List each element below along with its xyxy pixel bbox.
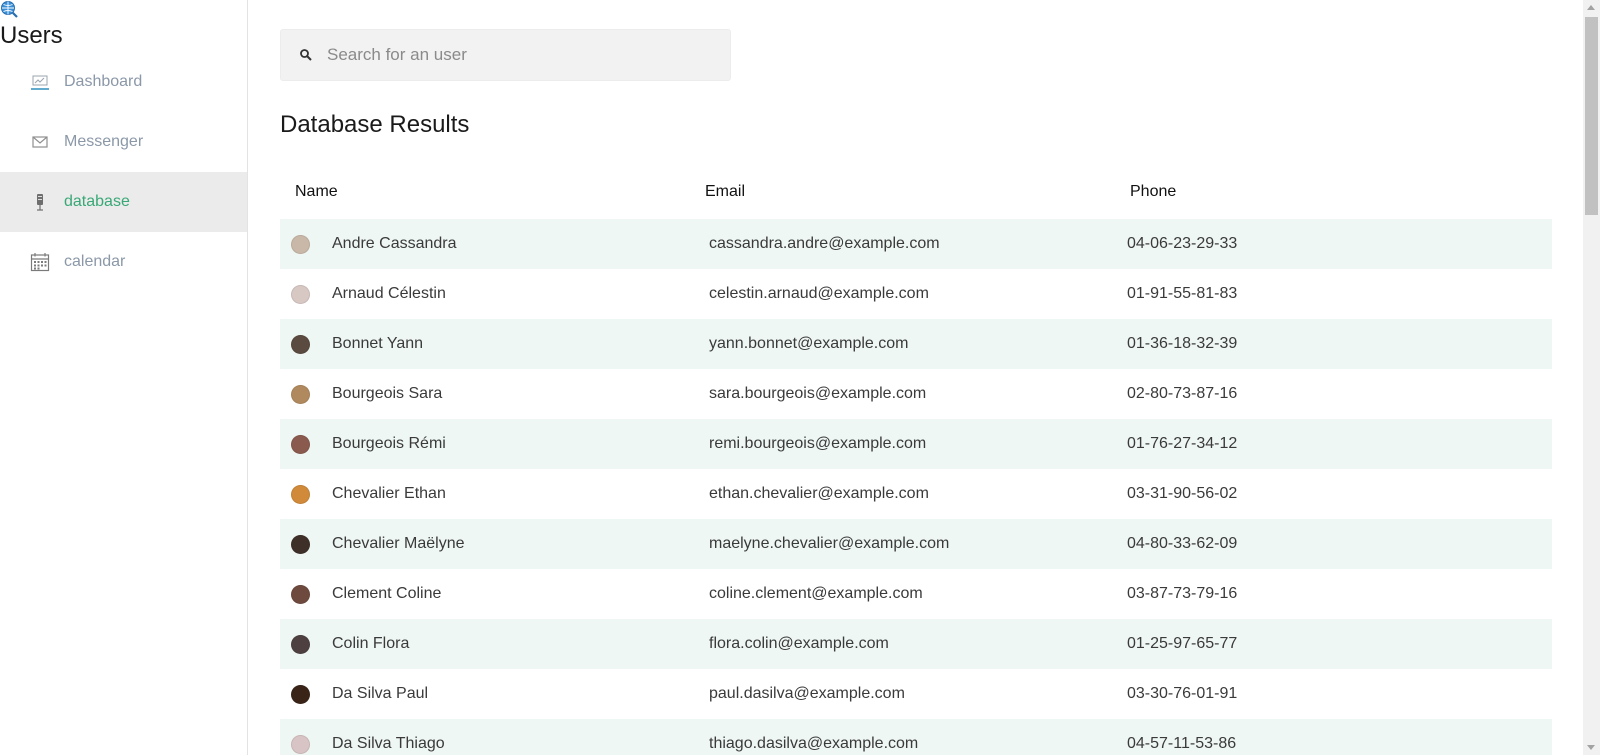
table-row[interactable]: Clement Coline coline.clement@example.com… — [280, 569, 1552, 619]
user-phone: 03-87-73-79-16 — [1127, 585, 1238, 602]
name-cell: Bourgeois Sara — [280, 384, 709, 404]
search-icon — [299, 48, 313, 62]
table-row[interactable]: Bourgeois Sara sara.bourgeois@example.com… — [280, 369, 1552, 419]
user-phone: 01-25-97-65-77 — [1127, 635, 1238, 652]
sidebar-title: Users — [0, 22, 63, 49]
user-email: remi.bourgeois@example.com — [709, 435, 927, 452]
user-phone: 04-06-23-29-33 — [1127, 235, 1238, 252]
user-email: flora.colin@example.com — [709, 635, 889, 652]
column-header-phone[interactable]: Phone — [1130, 183, 1430, 201]
table-row[interactable]: Bonnet Yann yann.bonnet@example.com 01-36-… — [280, 319, 1552, 369]
user-phone: 01-91-55-81-83 — [1127, 285, 1238, 302]
globe-search-icon[interactable] — [0, 0, 20, 18]
name-cell: Chevalier Ethan — [280, 484, 709, 504]
sidebar-nav: Dashboard Messenger database calendar — [0, 52, 247, 292]
table-row[interactable]: Colin Flora flora.colin@example.com 01-25-… — [280, 619, 1552, 669]
sidebar-item-messenger[interactable]: Messenger — [0, 112, 247, 172]
column-header-email[interactable]: Email — [705, 183, 1130, 201]
name-cell: Da Silva Thiago — [280, 734, 709, 754]
name-cell: Arnaud Célestin — [280, 284, 709, 304]
dashboard-icon — [30, 72, 50, 92]
avatar — [291, 584, 310, 604]
avatar — [291, 684, 310, 704]
avatar — [291, 284, 310, 304]
table-row[interactable]: Chevalier Ethan ethan.chevalier@example.c… — [280, 469, 1552, 519]
user-email: sara.bourgeois@example.com — [709, 385, 927, 402]
main-content: Database Results Name Email Phone Andre … — [280, 0, 1552, 755]
user-name: Colin Flora — [332, 635, 410, 652]
avatar — [291, 434, 310, 454]
search-box[interactable] — [280, 29, 731, 81]
vertical-scrollbar[interactable] — [1583, 0, 1600, 755]
calendar-icon — [30, 252, 50, 272]
sidebar-item-calendar[interactable]: calendar — [0, 232, 247, 292]
avatar — [291, 734, 310, 754]
user-phone: 01-36-18-32-39 — [1127, 335, 1238, 352]
user-email: cassandra.andre@example.com — [709, 235, 940, 252]
page-title: Database Results — [280, 111, 470, 138]
name-cell: Clement Coline — [280, 584, 709, 604]
avatar — [291, 534, 310, 554]
results-table: Name Email Phone Andre Cassandra cassandr… — [280, 165, 1552, 755]
table-header: Name Email Phone — [280, 165, 1552, 219]
user-name: Da Silva Paul — [332, 685, 429, 702]
sidebar-item-label: database — [64, 193, 130, 210]
user-phone: 04-80-33-62-09 — [1127, 535, 1238, 552]
user-email: paul.dasilva@example.com — [709, 685, 905, 702]
sidebar-item-dashboard[interactable]: Dashboard — [0, 52, 247, 112]
database-icon — [30, 192, 50, 212]
sidebar-item-database[interactable]: database — [0, 172, 247, 232]
table-row[interactable]: Bourgeois Rémi remi.bourgeois@example.com… — [280, 419, 1552, 469]
name-cell: Bourgeois Rémi — [280, 434, 709, 454]
user-name: Bourgeois Sara — [332, 385, 443, 402]
name-cell: Andre Cassandra — [280, 234, 709, 254]
table-row[interactable]: Andre Cassandra cassandra.andre@example.c… — [280, 219, 1552, 269]
user-name: Chevalier Maëlyne — [332, 535, 465, 552]
avatar — [291, 484, 310, 504]
user-name: Andre Cassandra — [332, 235, 457, 252]
user-phone: 03-30-76-01-91 — [1127, 685, 1238, 702]
sidebar-item-label: Messenger — [64, 133, 144, 150]
user-name: Bourgeois Rémi — [332, 435, 446, 452]
user-email: coline.clement@example.com — [709, 585, 923, 602]
avatar — [291, 634, 310, 654]
user-phone: 01-76-27-34-12 — [1127, 435, 1238, 452]
table-row[interactable]: Arnaud Célestin celestin.arnaud@example.c… — [280, 269, 1552, 319]
table-row[interactable]: Da Silva Paul paul.dasilva@example.com 03-… — [280, 669, 1552, 719]
avatar — [291, 334, 310, 354]
user-name: Bonnet Yann — [332, 335, 424, 352]
sidebar: Users Dashboard Messenger database calen… — [0, 0, 248, 755]
user-email: thiago.dasilva@example.com — [709, 735, 919, 752]
avatar — [291, 384, 310, 404]
sidebar-item-label: Dashboard — [64, 73, 143, 90]
avatar — [291, 234, 310, 254]
user-name: Arnaud Célestin — [332, 285, 446, 302]
scroll-up-arrow-icon[interactable] — [1587, 5, 1595, 10]
scrollbar-thumb[interactable] — [1585, 17, 1598, 215]
name-cell: Chevalier Maëlyne — [280, 534, 709, 554]
user-phone: 04-57-11-53-86 — [1127, 735, 1237, 752]
sidebar-item-label: calendar — [64, 253, 126, 270]
user-email: ethan.chevalier@example.com — [709, 485, 929, 502]
user-email: yann.bonnet@example.com — [709, 335, 909, 352]
user-name: Da Silva Thiago — [332, 735, 445, 752]
user-name: Clement Coline — [332, 585, 442, 602]
name-cell: Colin Flora — [280, 634, 709, 654]
scroll-down-arrow-icon[interactable] — [1587, 745, 1595, 750]
table-body: Andre Cassandra cassandra.andre@example.c… — [280, 219, 1552, 755]
table-row[interactable]: Da Silva Thiago thiago.dasilva@example.co… — [280, 719, 1552, 755]
user-name: Chevalier Ethan — [332, 485, 446, 502]
user-phone: 02-80-73-87-16 — [1127, 385, 1238, 402]
user-email: maelyne.chevalier@example.com — [709, 535, 950, 552]
user-phone: 03-31-90-56-02 — [1127, 485, 1238, 502]
table-row[interactable]: Chevalier Maëlyne maelyne.chevalier@examp… — [280, 519, 1552, 569]
search-input[interactable] — [327, 45, 707, 65]
envelope-icon — [30, 132, 50, 152]
user-email: celestin.arnaud@example.com — [709, 285, 929, 302]
column-header-name[interactable]: Name — [280, 183, 705, 201]
name-cell: Bonnet Yann — [280, 334, 709, 354]
name-cell: Da Silva Paul — [280, 684, 709, 704]
